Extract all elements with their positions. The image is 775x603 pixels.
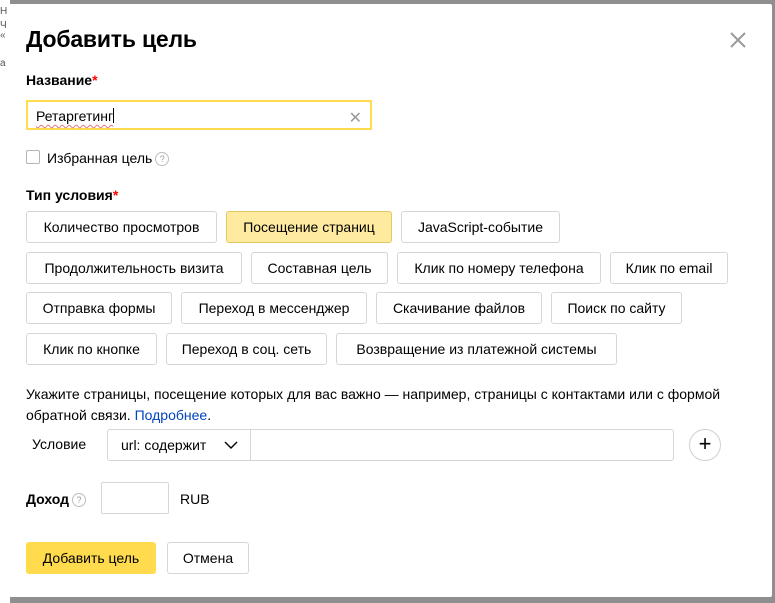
- learn-more-link[interactable]: Подробнее: [135, 407, 208, 423]
- dialog-title: Добавить цель: [26, 26, 197, 52]
- option-form-submit[interactable]: Отправка формы: [26, 292, 172, 324]
- option-email-click[interactable]: Клик по email: [610, 252, 728, 284]
- income-label: Доход?: [26, 491, 87, 508]
- background-text: Н: [0, 6, 8, 17]
- option-payment-return[interactable]: Возвращение из платежной системы: [336, 333, 617, 365]
- condition-value-input[interactable]: [250, 429, 674, 461]
- chevron-down-icon: [224, 441, 238, 449]
- help-icon[interactable]: ?: [155, 152, 170, 167]
- condition-hint: Укажите страницы, посещение которых для …: [26, 386, 721, 423]
- option-site-search[interactable]: Поиск по сайту: [551, 292, 682, 324]
- cancel-button[interactable]: Отмена: [167, 542, 249, 574]
- option-messenger-transition[interactable]: Переход в мессенджер: [181, 292, 367, 324]
- favorite-label[interactable]: Избранная цель?: [47, 150, 170, 167]
- condition-operator-value: url: содержит: [121, 437, 207, 453]
- help-icon[interactable]: ?: [72, 493, 87, 508]
- condition-operator-select[interactable]: url: содержит: [107, 429, 251, 461]
- add-goal-button[interactable]: Добавить цель: [26, 542, 156, 574]
- add-goal-dialog: Добавить цель Название* Ретаргетинг ✕ Из…: [8, 4, 772, 597]
- option-social-transition[interactable]: Переход в соц. сеть: [166, 333, 327, 365]
- option-phone-click[interactable]: Клик по номеру телефона: [397, 252, 601, 284]
- goal-name-input[interactable]: Ретаргетинг ✕: [26, 100, 372, 130]
- option-button-click[interactable]: Клик по кнопке: [26, 333, 157, 365]
- name-label: Название*: [26, 72, 98, 88]
- background-text: а: [0, 58, 6, 69]
- plus-icon[interactable]: +: [689, 429, 721, 461]
- text-cursor: [113, 108, 115, 123]
- option-view-count[interactable]: Количество просмотров: [26, 211, 217, 243]
- condition-type-label: Тип условия*: [26, 187, 119, 203]
- option-page-visit[interactable]: Посещение страниц: [226, 211, 392, 243]
- favorite-checkbox[interactable]: [26, 150, 40, 164]
- currency-label: RUB: [180, 491, 210, 507]
- clear-icon[interactable]: ✕: [349, 108, 362, 128]
- close-icon[interactable]: [727, 29, 749, 51]
- option-javascript-event[interactable]: JavaScript-событие: [401, 211, 560, 243]
- background-text: «: [0, 30, 6, 41]
- goal-name-value: Ретаргетинг: [36, 108, 114, 124]
- option-file-download[interactable]: Скачивание файлов: [376, 292, 542, 324]
- option-visit-duration[interactable]: Продолжительность визита: [26, 252, 242, 284]
- option-composite-goal[interactable]: Составная цель: [251, 252, 388, 284]
- income-input[interactable]: [101, 482, 169, 514]
- condition-label: Условие: [32, 436, 87, 452]
